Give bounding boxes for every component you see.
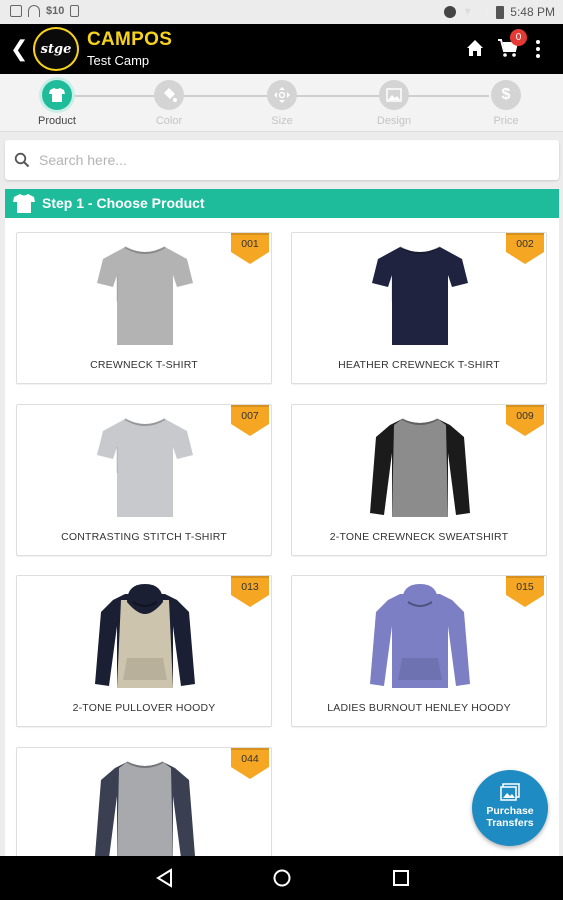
search-icon bbox=[14, 152, 30, 168]
more-options-icon[interactable] bbox=[535, 39, 541, 59]
cart-count-badge: 0 bbox=[510, 29, 527, 46]
paint-bucket-icon bbox=[154, 80, 184, 110]
battery-percent: 71 bbox=[479, 6, 491, 18]
product-code: 007 bbox=[241, 410, 259, 422]
product-image bbox=[372, 246, 468, 345]
wifi-signal-icon: ▼ bbox=[462, 6, 474, 18]
product-code-tag: 044 bbox=[231, 748, 269, 779]
product-card[interactable]: CONTRASTING STITCH T-SHIRT 007 bbox=[16, 404, 272, 556]
step-label-price: Price bbox=[493, 115, 519, 127]
product-code-tag: 015 bbox=[506, 576, 544, 607]
product-name: CREWNECK T-SHIRT bbox=[90, 359, 198, 371]
status-bar: $10 ▼ 71 5:48 PM bbox=[0, 0, 563, 24]
product-code: 002 bbox=[516, 238, 534, 250]
image-icon bbox=[379, 80, 409, 110]
product-name: 2-TONE CREWNECK SWEATSHIRT bbox=[329, 531, 509, 543]
app-screen: $10 ▼ 71 5:48 PM ❮ stge CAMPOS Test Camp… bbox=[0, 0, 563, 900]
product-name: HEATHER CREWNECK T-SHIRT bbox=[338, 359, 500, 371]
product-code-tag: 009 bbox=[506, 405, 544, 436]
step-color[interactable]: Color bbox=[129, 80, 209, 127]
clock: 5:48 PM bbox=[510, 5, 555, 19]
step-label-product: Product bbox=[38, 115, 76, 127]
gallery-notification-icon bbox=[10, 5, 22, 17]
carrier-text: $10 bbox=[46, 5, 65, 17]
android-nav-bar bbox=[0, 856, 563, 900]
product-card[interactable]: 2-TONE CREWNECK SWEATSHIRT 009 bbox=[291, 404, 547, 556]
search-input[interactable] bbox=[39, 148, 539, 172]
product-image bbox=[97, 246, 193, 345]
product-code: 044 bbox=[241, 753, 259, 765]
product-code: 001 bbox=[241, 238, 259, 250]
camp-logo: stge bbox=[33, 27, 79, 71]
resize-icon bbox=[267, 80, 297, 110]
camp-name: CAMPOS bbox=[87, 29, 173, 50]
product-panel: Step 1 - Choose Product CREWNECK T-SHIRT… bbox=[5, 189, 559, 899]
panel-title: Step 1 - Choose Product bbox=[42, 195, 205, 211]
step-size[interactable]: Size bbox=[242, 80, 322, 127]
purchase-transfers-button[interactable]: Purchase Transfers bbox=[472, 770, 548, 846]
product-code-tag: 002 bbox=[506, 233, 544, 264]
step-price[interactable]: $ Price bbox=[466, 80, 546, 127]
app-header: ❮ stge CAMPOS Test Camp 0 bbox=[0, 24, 563, 74]
step-label-design: Design bbox=[376, 115, 412, 127]
panel-header: Step 1 - Choose Product bbox=[5, 189, 559, 218]
product-image bbox=[97, 418, 193, 517]
search-bar bbox=[5, 140, 559, 180]
product-code: 013 bbox=[241, 581, 259, 593]
back-arrow-icon[interactable]: ❮ bbox=[10, 36, 28, 62]
product-code-tag: 013 bbox=[231, 576, 269, 607]
logo-text: stge bbox=[40, 41, 72, 57]
step-label-size: Size bbox=[271, 115, 293, 127]
product-image bbox=[95, 584, 195, 688]
home-nav-icon[interactable] bbox=[271, 868, 293, 888]
app-notification-icon bbox=[70, 5, 80, 17]
do-not-disturb-icon bbox=[444, 6, 457, 18]
recents-nav-icon[interactable] bbox=[390, 868, 412, 888]
product-name: CONTRASTING STITCH T-SHIRT bbox=[61, 531, 227, 543]
product-name: 2-TONE PULLOVER HOODY bbox=[72, 702, 216, 714]
product-code-tag: 001 bbox=[231, 233, 269, 264]
step-label-color: Color bbox=[155, 115, 183, 127]
wifi-notification-icon bbox=[28, 5, 40, 17]
product-card[interactable]: LADIES BURNOUT HENLEY HOODY 015 bbox=[291, 575, 547, 727]
product-image bbox=[95, 761, 195, 860]
back-nav-icon[interactable] bbox=[154, 868, 176, 888]
dollar-icon: $ bbox=[491, 80, 521, 110]
step-design[interactable]: Design bbox=[354, 80, 434, 127]
camp-subtitle: Test Camp bbox=[87, 53, 150, 68]
product-code: 015 bbox=[516, 581, 534, 593]
fab-label-line1: Purchase bbox=[486, 805, 534, 817]
product-image bbox=[370, 418, 470, 517]
progress-stepper: Product Color Size Design $ Price bbox=[0, 74, 563, 132]
fab-label-line2: Transfers bbox=[486, 817, 534, 829]
transfers-image-icon bbox=[500, 783, 520, 801]
battery-icon bbox=[496, 5, 505, 19]
product-code: 009 bbox=[516, 410, 534, 422]
product-card[interactable]: 2-TONE PULLOVER HOODY 013 bbox=[16, 575, 272, 727]
tshirt-icon bbox=[42, 80, 72, 110]
home-icon[interactable] bbox=[465, 38, 485, 58]
product-code-tag: 007 bbox=[231, 405, 269, 436]
step-product[interactable]: Product bbox=[17, 80, 97, 127]
product-name: LADIES BURNOUT HENLEY HOODY bbox=[327, 702, 511, 714]
product-card[interactable]: CREWNECK T-SHIRT 001 bbox=[16, 232, 272, 384]
tshirt-icon bbox=[13, 194, 35, 213]
product-card[interactable]: HEATHER CREWNECK T-SHIRT 002 bbox=[291, 232, 547, 384]
product-image bbox=[370, 584, 470, 688]
